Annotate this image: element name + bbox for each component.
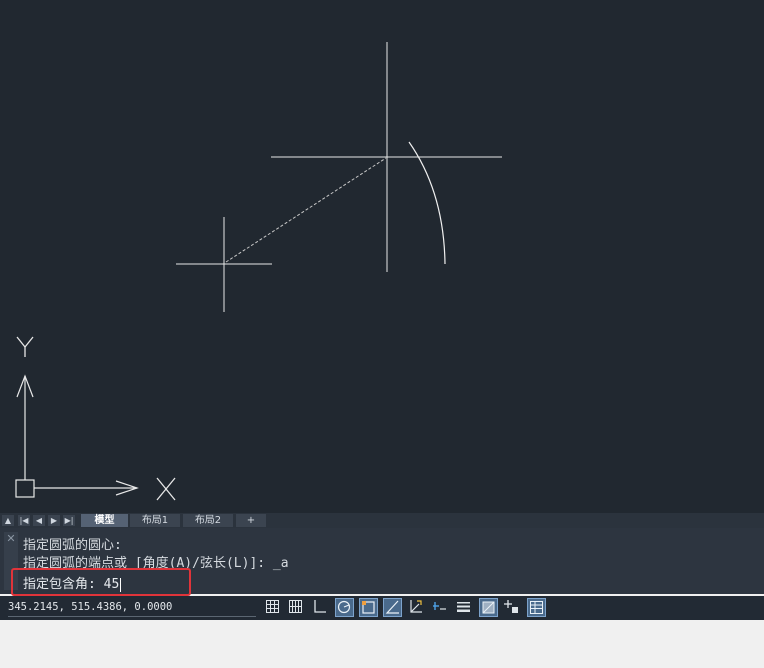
drawing-canvas[interactable] — [0, 0, 764, 513]
ucs-x-label — [156, 477, 176, 501]
dynamic-ucs-icon — [410, 600, 422, 613]
command-history-line: 指定圆弧的圆心: — [23, 538, 122, 553]
object-snap-button[interactable] — [359, 598, 378, 617]
grid-icon — [266, 600, 279, 613]
selection-cycling-icon — [504, 600, 518, 613]
dynamic-input-button[interactable] — [431, 598, 450, 617]
polar-button[interactable] — [335, 598, 354, 617]
coordinate-readout: 345.2145, 515.4386, 0.0000 — [8, 601, 256, 617]
lineweight-icon — [457, 602, 470, 612]
snap-tracking-icon — [385, 600, 399, 614]
ortho-icon — [314, 600, 326, 613]
object-snap-icon — [362, 601, 375, 614]
snap-grid-button[interactable] — [287, 598, 306, 617]
lineweight-button[interactable] — [455, 598, 474, 617]
next-tab-icon[interactable]: ▶ — [48, 515, 60, 526]
window-bottom-area — [0, 620, 764, 668]
collapse-up-icon[interactable]: ▲ — [2, 515, 14, 526]
quick-properties-icon — [530, 601, 543, 614]
command-input[interactable]: 指定包含角: 45 — [11, 568, 191, 596]
quick-properties-button[interactable] — [527, 598, 546, 617]
ortho-button[interactable] — [311, 598, 330, 617]
transparency-button[interactable] — [479, 598, 498, 617]
selection-cycling-button[interactable] — [503, 598, 522, 617]
dynamic-ucs-button[interactable] — [407, 598, 426, 617]
close-icon[interactable]: ✕ — [4, 532, 18, 546]
polar-icon — [337, 600, 351, 614]
add-layout-button[interactable]: + — [236, 514, 266, 527]
dynamic-input-icon — [433, 602, 446, 610]
command-prompt: 指定包含角: — [23, 577, 104, 592]
text-caret — [120, 577, 122, 592]
snap-grid-icon — [289, 600, 302, 613]
transparency-icon — [482, 601, 495, 614]
last-tab-icon[interactable]: ▶| — [63, 515, 75, 526]
rubberband-line — [225, 157, 387, 263]
ucs-y-label — [16, 336, 34, 357]
first-tab-icon[interactable]: |◀ — [18, 515, 30, 526]
status-bar: 345.2145, 515.4386, 0.0000 — [0, 596, 764, 620]
arc-preview — [408, 141, 446, 265]
snap-tracking-button[interactable] — [383, 598, 402, 617]
prev-tab-icon[interactable]: ◀ — [33, 515, 45, 526]
ucs-icon — [15, 374, 139, 498]
tab-layout1[interactable]: 布局1 — [130, 514, 180, 527]
tab-layout2[interactable]: 布局2 — [183, 514, 233, 527]
tab-model[interactable]: 模型 — [81, 514, 128, 527]
grid-button[interactable] — [264, 598, 283, 617]
command-input-value[interactable]: 45 — [104, 577, 120, 592]
canvas-drawing — [15, 42, 502, 501]
layout-tab-bar: ▲ |◀ ◀ ▶ ▶| 模型 布局1 布局2 + — [0, 513, 764, 528]
